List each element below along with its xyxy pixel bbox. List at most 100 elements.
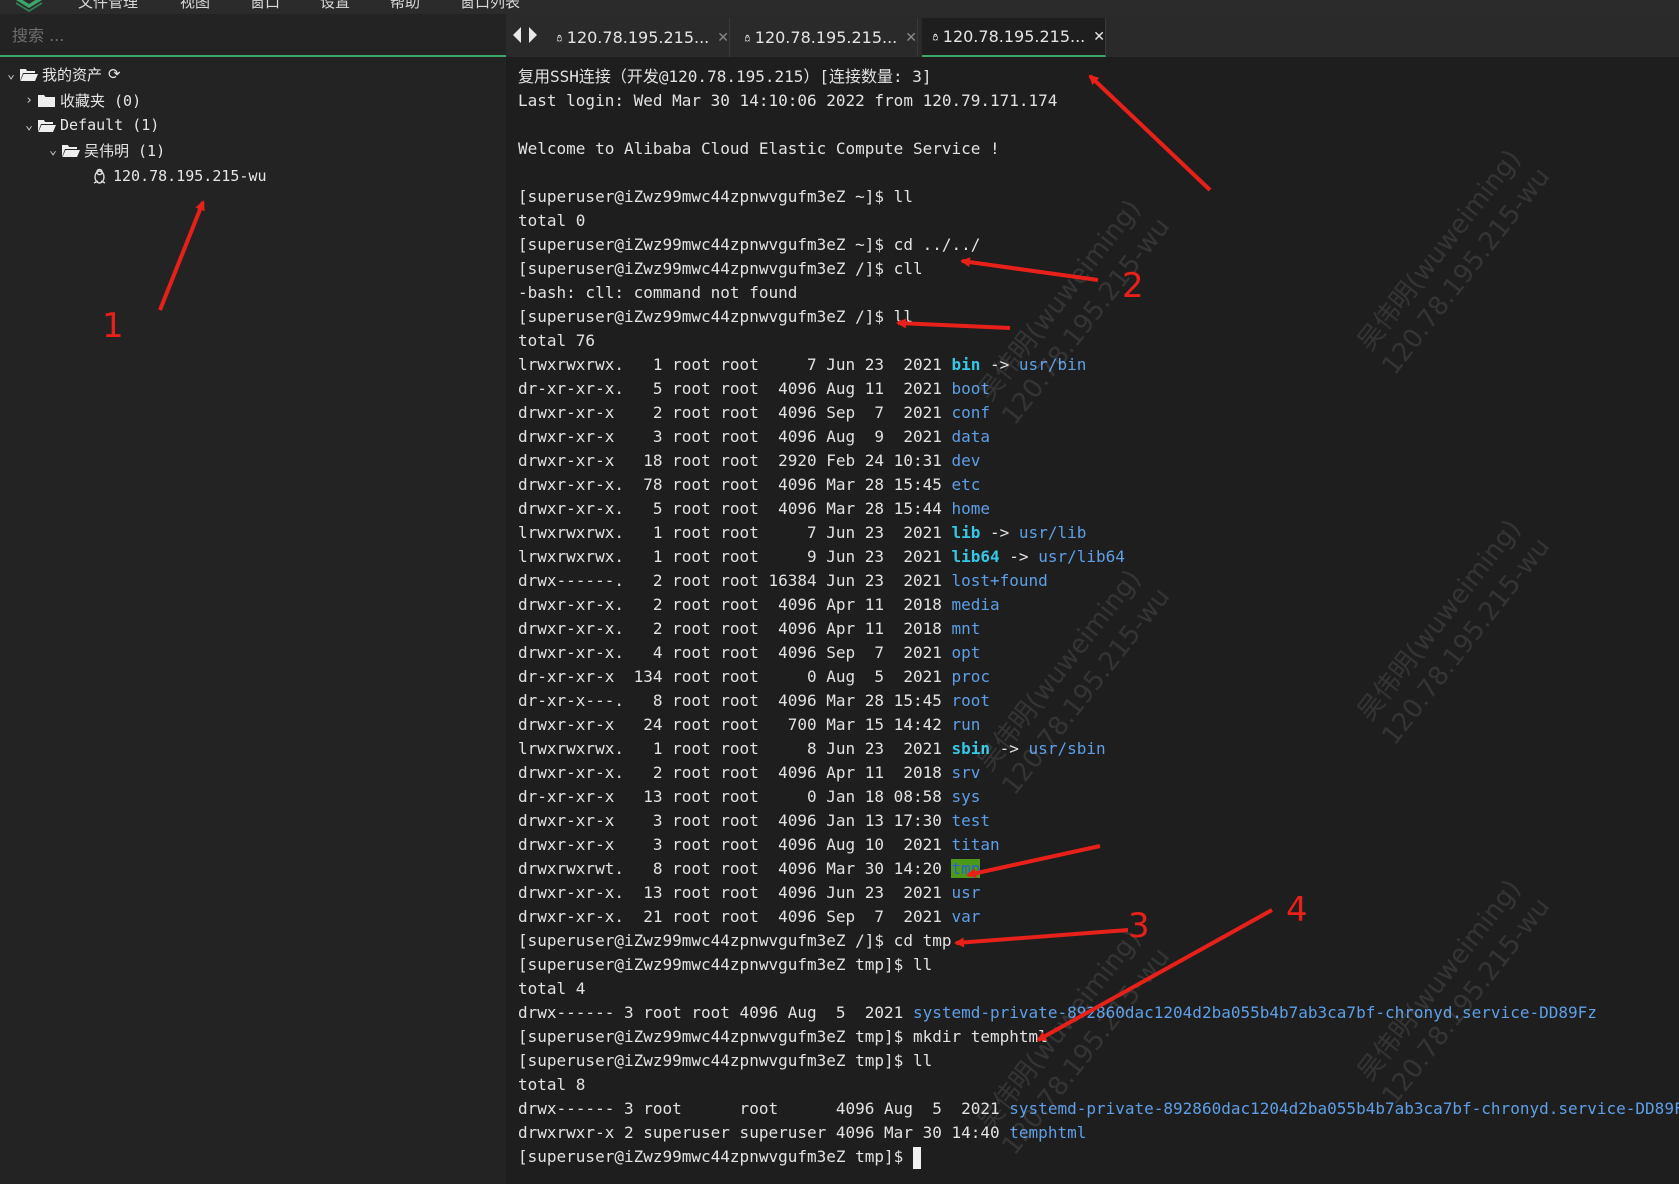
asset-sidebar bbox=[0, 14, 506, 1184]
terminal-entry-name: etc bbox=[951, 475, 981, 494]
terminal-text: [superuser@iZwz99mwc44zpnwvgufm3eZ tmp]$… bbox=[518, 1051, 933, 1070]
terminal-text: drwxr-xr-x. 13 root root 4096 Jun 23 202… bbox=[518, 883, 952, 902]
menu-view[interactable]: 视图 bbox=[180, 0, 210, 12]
menu-help[interactable]: 帮助 bbox=[390, 0, 420, 12]
terminal-entry-name: systemd-private-892860dac1204d2ba055b4b7… bbox=[912, 1003, 1597, 1022]
terminal-entry-name: usr bbox=[951, 883, 981, 902]
tab-session-1[interactable]: 120.78.195.215... ✕ bbox=[546, 18, 730, 57]
folder-open-icon bbox=[38, 119, 56, 132]
tab-session-2[interactable]: 120.78.195.215... ✕ bbox=[734, 18, 918, 57]
terminal-line: [superuser@iZwz99mwc44zpnwvgufm3eZ ~]$ l… bbox=[518, 185, 913, 209]
annotation-number: 3 bbox=[1128, 906, 1150, 946]
chevron-down-icon[interactable]: ⌄ bbox=[2, 67, 20, 82]
terminal-line: total 76 bbox=[518, 329, 595, 353]
terminal-text: lrwxrwxrwx. 1 root root 7 Jun 23 2021 bbox=[518, 355, 952, 374]
refresh-icon[interactable]: ⟳ bbox=[108, 65, 121, 83]
terminal-line: [superuser@iZwz99mwc44zpnwvgufm3eZ /]$ l… bbox=[518, 305, 913, 329]
chevron-right-icon[interactable]: › bbox=[20, 93, 38, 108]
terminal-entry-name: bin bbox=[951, 355, 981, 374]
search-box bbox=[0, 14, 506, 57]
tab-session-3[interactable]: 120.78.195.215... ✕ bbox=[922, 18, 1106, 57]
terminal-text: total 0 bbox=[518, 211, 586, 230]
tree-default-group[interactable]: ⌄ Default (1) bbox=[20, 113, 159, 137]
terminal-cursor bbox=[912, 1146, 921, 1169]
tree-favorites[interactable]: › 收藏夹 (0) bbox=[20, 88, 141, 112]
terminal-line: drwxrwxrwt. 8 root root 4096 Mar 30 14:2… bbox=[518, 857, 981, 881]
tree-user-group[interactable]: ⌄ 吴伟明 (1) bbox=[44, 138, 165, 162]
terminal-entry-name: sys bbox=[951, 787, 981, 806]
terminal-text: drwxr-xr-x. 2 root root 4096 Apr 11 2018 bbox=[518, 763, 952, 782]
terminal-text: -bash: cll: command not found bbox=[518, 283, 798, 302]
terminal-text: lrwxrwxrwx. 1 root root 9 Jun 23 2021 bbox=[518, 547, 952, 566]
terminal-text: [superuser@iZwz99mwc44zpnwvgufm3eZ ~]$ c… bbox=[518, 235, 981, 254]
close-icon[interactable]: ✕ bbox=[1093, 29, 1105, 45]
terminal-text: drwx------ 3 root root 4096 Aug 5 2021 bbox=[518, 1003, 913, 1022]
terminal-entry-name: proc bbox=[951, 667, 991, 686]
terminal-line: [superuser@iZwz99mwc44zpnwvgufm3eZ /]$ c… bbox=[518, 257, 923, 281]
terminal-line: drwxr-xr-x. 4 root root 4096 Sep 7 2021 … bbox=[518, 641, 980, 665]
terminal-output[interactable]: 复用SSH连接（开发@120.78.195.215）[连接数量: 3] Last … bbox=[506, 57, 1679, 1184]
terminal-line: [superuser@iZwz99mwc44zpnwvgufm3eZ tmp]$… bbox=[518, 953, 932, 977]
chevron-down-icon[interactable]: ⌄ bbox=[20, 118, 38, 133]
terminal-entry-name: dev bbox=[951, 451, 981, 470]
watermark: 吴伟明(wuweiming) 120.78.195.215-wu bbox=[1351, 144, 1557, 381]
terminal-text: drwxrwxr-x 2 superuser superuser 4096 Ma… bbox=[518, 1123, 1010, 1142]
search-input[interactable] bbox=[10, 22, 494, 48]
menu-settings[interactable]: 设置 bbox=[320, 0, 350, 12]
terminal-line: drwxr-xr-x. 5 root root 4096 Mar 28 15:4… bbox=[518, 497, 990, 521]
tree-root[interactable]: ⌄ 我的资产 ⟳ bbox=[2, 62, 121, 86]
menu-file[interactable]: 文件管理 bbox=[78, 0, 138, 12]
tab-label: 120.78.195.215... bbox=[754, 28, 898, 47]
terminal-entry-name: mnt bbox=[951, 619, 981, 638]
terminal-entry-name: media bbox=[951, 595, 1000, 614]
terminal-text: [superuser@iZwz99mwc44zpnwvgufm3eZ /]$ l… bbox=[518, 307, 913, 326]
terminal-entry-name: lost+found bbox=[951, 571, 1048, 590]
terminal-line: [superuser@iZwz99mwc44zpnwvgufm3eZ tmp]$… bbox=[518, 1049, 932, 1073]
terminal-entry-name: titan bbox=[951, 835, 1000, 854]
terminal-text: drwxr-xr-x. 2 root root 4096 Apr 11 2018 bbox=[518, 619, 952, 638]
terminal-line: Welcome to Alibaba Cloud Elastic Compute… bbox=[518, 137, 1000, 161]
terminal-text: Welcome to Alibaba Cloud Elastic Compute… bbox=[518, 139, 1000, 158]
terminal-text: [superuser@iZwz99mwc44zpnwvgufm3eZ /]$ c… bbox=[518, 259, 923, 278]
close-icon[interactable]: ✕ bbox=[905, 30, 917, 46]
terminal-text: drwxr-xr-x. 2 root root 4096 Apr 11 2018 bbox=[518, 595, 952, 614]
terminal-text: drwxr-xr-x 18 root root 2920 Feb 24 10:3… bbox=[518, 451, 952, 470]
tree-root-label: 我的资产 bbox=[42, 65, 103, 84]
terminal-entry-name: lib bbox=[951, 523, 981, 542]
terminal-text: lrwxrwxrwx. 1 root root 8 Jun 23 2021 bbox=[518, 739, 952, 758]
app-logo-icon bbox=[16, 0, 42, 12]
terminal-line: drwxr-xr-x. 2 root root 4096 Apr 11 2018… bbox=[518, 593, 1000, 617]
terminal-entry-name: data bbox=[951, 427, 991, 446]
menu-bar: 文件管理 视图 窗口 设置 帮助 窗口列表 bbox=[0, 0, 1679, 14]
terminal-line: drwxr-xr-x. 2 root root 4096 Apr 11 2018… bbox=[518, 617, 980, 641]
terminal-text: dr-xr-xr-x 13 root root 0 Jan 18 08:58 bbox=[518, 787, 952, 806]
terminal-line: total 8 bbox=[518, 1073, 585, 1097]
tab-nav-arrows-icon[interactable] bbox=[512, 26, 540, 44]
terminal-entry-name: conf bbox=[951, 403, 991, 422]
terminal-text: -> bbox=[999, 547, 1039, 566]
terminal-text: total 76 bbox=[518, 331, 596, 350]
chevron-down-icon[interactable]: ⌄ bbox=[44, 143, 62, 158]
terminal-line: drwxr-xr-x 3 root root 4096 Jan 13 17:30… bbox=[518, 809, 990, 833]
terminal-text: dr-xr-xr-x 134 root root 0 Aug 5 2021 bbox=[518, 667, 952, 686]
folder-open-icon bbox=[62, 144, 80, 157]
terminal-text: total 8 bbox=[518, 1075, 586, 1094]
terminal-text: [superuser@iZwz99mwc44zpnwvgufm3eZ tmp]$… bbox=[518, 955, 933, 974]
terminal-line: drwxr-xr-x 24 root root 700 Mar 15 14:42… bbox=[518, 713, 980, 737]
terminal-line: drwxr-xr-x. 78 root root 4096 Mar 28 15:… bbox=[518, 473, 980, 497]
close-icon[interactable]: ✕ bbox=[717, 30, 729, 46]
terminal-line: dr-xr-xr-x. 5 root root 4096 Aug 11 2021… bbox=[518, 377, 990, 401]
terminal-text: [superuser@iZwz99mwc44zpnwvgufm3eZ ~]$ l… bbox=[518, 187, 913, 206]
annotation-number: 4 bbox=[1286, 890, 1308, 930]
terminal-line: drwxr-xr-x. 2 root root 4096 Apr 11 2018… bbox=[518, 761, 980, 785]
terminal-text: Last login: Wed Mar 30 14:10:06 2022 fro… bbox=[518, 91, 1058, 110]
terminal-text: drwxr-xr-x 2 root root 4096 Sep 7 2021 bbox=[518, 403, 952, 422]
watermark: 吴伟明(wuweiming) 120.78.195.215-wu bbox=[971, 194, 1177, 431]
terminal-text: drwxr-xr-x. 5 root root 4096 Mar 28 15:4… bbox=[518, 499, 952, 518]
annotation-number: 2 bbox=[1122, 266, 1144, 306]
linux-icon bbox=[932, 33, 939, 40]
menu-window-list[interactable]: 窗口列表 bbox=[460, 0, 520, 12]
tree-host-item[interactable]: 120.78.195.215-wu bbox=[92, 164, 267, 188]
menu-window[interactable]: 窗口 bbox=[250, 0, 280, 12]
tree-favorites-label: 收藏夹 (0) bbox=[60, 91, 142, 110]
